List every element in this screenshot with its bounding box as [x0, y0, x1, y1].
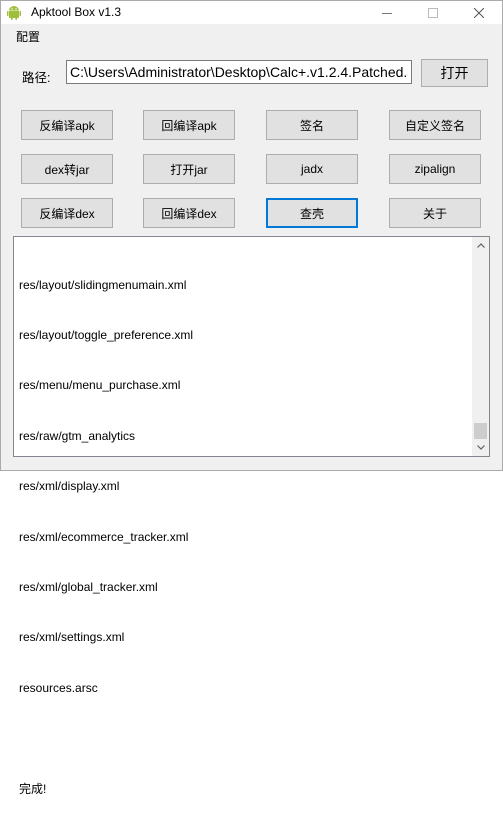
- recompile-dex-button[interactable]: 回编译dex: [143, 198, 235, 228]
- log-output[interactable]: res/layout/slidingmenumain.xml res/layou…: [13, 236, 490, 796]
- close-button[interactable]: [456, 1, 502, 24]
- zipalign-button[interactable]: zipalign: [389, 154, 481, 184]
- custom-sign-button[interactable]: 自定义签名: [389, 110, 481, 140]
- log-line: res/xml/settings.xml: [19, 630, 125, 645]
- window-title: Apktool Box v1.3: [31, 5, 122, 19]
- chevron-down-icon: [476, 445, 485, 450]
- log-line: res/raw/gtm_analytics: [19, 428, 136, 443]
- log-line: res/xml/global_tracker.xml: [19, 579, 158, 594]
- about-button[interactable]: 关于: [389, 198, 481, 228]
- scroll-down-arrow[interactable]: [472, 439, 489, 456]
- decompile-dex-button[interactable]: 反编译dex: [21, 198, 113, 228]
- path-input[interactable]: [66, 60, 412, 84]
- app-window: Apktool Box v1.3 配置 路径: 打开 反编译apk 回编译apk…: [0, 0, 503, 796]
- log-line: res/menu/menu_purchase.xml: [19, 378, 181, 393]
- scroll-thumb[interactable]: [474, 423, 487, 439]
- minimize-button[interactable]: [364, 1, 410, 24]
- jadx-button[interactable]: jadx: [266, 154, 358, 184]
- log-line: ​: [19, 730, 193, 747]
- log-line: res/xml/display.xml: [19, 479, 120, 494]
- open-button[interactable]: 打开: [421, 59, 488, 87]
- vertical-scrollbar[interactable]: [472, 237, 489, 456]
- scroll-up-arrow[interactable]: [472, 237, 489, 254]
- dex2jar-button[interactable]: dex转jar: [21, 154, 113, 184]
- sign-button[interactable]: 签名: [266, 110, 358, 140]
- log-line: res/layout/toggle_preference.xml: [19, 327, 194, 342]
- minimize-icon: [382, 12, 392, 14]
- check-shell-button[interactable]: 查壳: [266, 198, 358, 228]
- menu-bar: 配置: [1, 24, 502, 46]
- path-label: 路径:: [22, 71, 51, 85]
- maximize-icon: [428, 7, 438, 18]
- android-icon: [7, 6, 21, 20]
- log-line: 完成!: [19, 781, 47, 796]
- close-icon: [474, 7, 484, 18]
- log-line: resources.arsc: [19, 680, 98, 695]
- maximize-button[interactable]: [410, 1, 456, 24]
- log-lines: res/layout/slidingmenumain.xml res/layou…: [19, 243, 193, 831]
- open-jar-button[interactable]: 打开jar: [143, 154, 235, 184]
- decompile-apk-button[interactable]: 反编译apk: [21, 110, 113, 140]
- log-line: res/layout/slidingmenumain.xml: [19, 277, 187, 292]
- title-bar[interactable]: Apktool Box v1.3: [1, 1, 502, 24]
- log-line: res/xml/ecommerce_tracker.xml: [19, 529, 189, 544]
- chevron-up-icon: [476, 243, 485, 248]
- menu-item-config[interactable]: 配置: [16, 28, 40, 45]
- recompile-apk-button[interactable]: 回编译apk: [143, 110, 235, 140]
